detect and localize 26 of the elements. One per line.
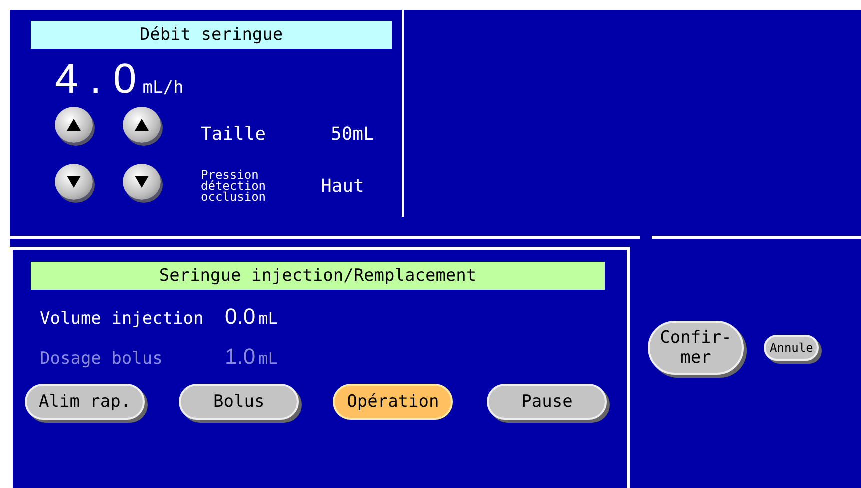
mode-button[interactable]: Alim rap. [25,384,146,420]
field-value: 1.0 [225,344,256,370]
setting-label: Pression détection occlusion [201,170,268,202]
rate-value: 4 . 0 [55,57,137,101]
panel-title: Débit seringue [31,21,392,49]
increase-button[interactable] [123,107,161,143]
up-arrow-icon [67,119,81,131]
panel-title: Seringue injection/Remplacement [31,262,605,290]
field-label: Dosage bolus [40,349,164,369]
mode-button[interactable]: Opération [333,384,454,420]
down-arrow-icon [67,176,81,188]
setting-value: Haut [321,176,364,196]
rate-unit: mL/h [142,78,184,98]
mode-button[interactable]: Pause [487,384,608,420]
setting-label: Taille [201,124,268,144]
decrease-button[interactable] [123,164,161,200]
up-arrow-icon [135,119,149,131]
decrease-button[interactable] [55,164,93,200]
field-label: Volume injection [40,309,205,329]
field-unit: mL [258,309,278,328]
setting-value: 50mL [331,124,374,144]
field-unit: mL [258,349,278,368]
mode-button[interactable]: Bolus [179,384,300,420]
field-value: 0.0 [225,304,256,330]
increase-button[interactable] [55,107,93,143]
down-arrow-icon [135,176,149,188]
